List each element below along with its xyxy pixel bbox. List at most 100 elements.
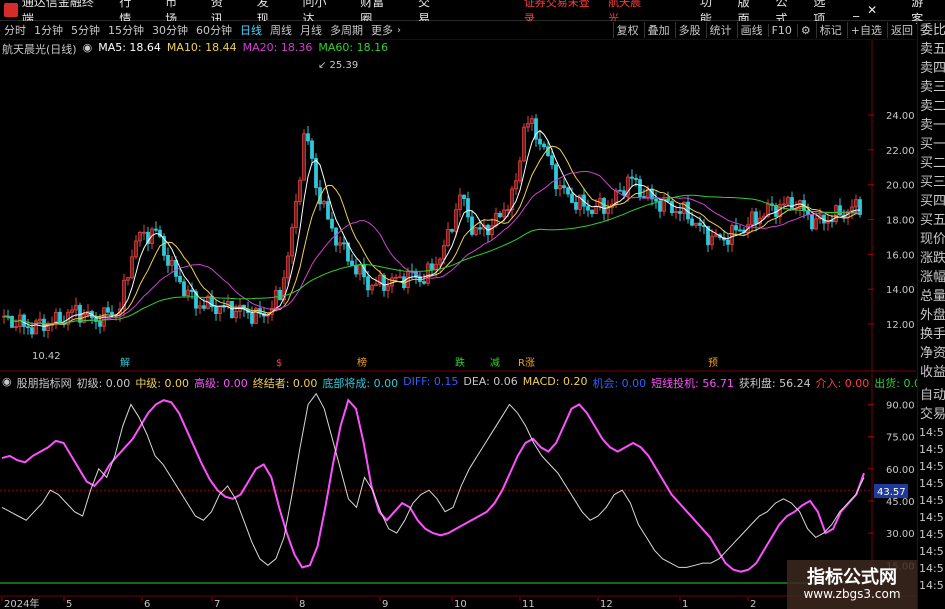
side-time-3: 14:5	[919, 477, 944, 490]
side-label-18[interactable]: 收益	[918, 363, 945, 382]
event-tag[interactable]: 预	[708, 357, 718, 369]
chevron-right-icon[interactable]: ›	[397, 25, 401, 36]
event-tag[interactable]: 榜	[357, 356, 367, 369]
date-tick-label: 9	[382, 599, 388, 609]
candle-body	[98, 321, 102, 327]
tool-mark[interactable]: 标记	[815, 22, 845, 38]
tool-multi-stock[interactable]: 多股	[674, 22, 704, 38]
close-icon[interactable]: ✕	[867, 3, 877, 17]
side-label-15[interactable]: 外盘	[918, 306, 945, 325]
period-30min[interactable]: 30分钟	[148, 22, 192, 38]
candle-body	[566, 187, 570, 195]
side-label-0[interactable]: 委比	[918, 21, 945, 40]
period-monthly[interactable]: 月线	[296, 22, 326, 38]
side-label-16[interactable]: 换手	[918, 325, 945, 344]
tool-stats[interactable]: 统计	[705, 22, 735, 38]
tool-f10[interactable]: F10	[767, 23, 795, 37]
side-label-3[interactable]: 卖三	[918, 78, 945, 97]
side-label-12[interactable]: 涨跌	[918, 249, 945, 268]
watermark-url: www.zbgs3.com	[803, 587, 901, 601]
event-tag[interactable]: 跌	[455, 356, 465, 369]
event-tag[interactable]: 减	[490, 357, 500, 369]
side-trade-1[interactable]: 交易	[918, 405, 945, 424]
side-time-2: 14:5	[919, 460, 944, 473]
chart-title: 航天晨光(日线)	[2, 43, 77, 56]
tool-adjust[interactable]: 复权	[612, 22, 642, 38]
candle-body	[462, 194, 466, 199]
side-label-5[interactable]: 卖一	[918, 116, 945, 135]
ma-info-line: 航天晨光(日线) ◉ MA5: 18.64 MA10: 18.44 MA20: …	[2, 41, 388, 56]
candle-body	[466, 198, 470, 218]
candlestick-chart[interactable]: 24.00 22.00 20.00 18.00 16.00 14.00 12.00 解 $ 榜 跌…	[0, 40, 916, 372]
price-tick-label: 20.00	[886, 181, 915, 192]
settings-dot-icon[interactable]: ◉	[83, 41, 93, 55]
candle-body	[342, 242, 346, 245]
side-label-10[interactable]: 买五	[918, 211, 945, 230]
period-5min[interactable]: 5分钟	[67, 22, 104, 38]
candle-body	[738, 229, 742, 232]
candle-body	[214, 306, 218, 315]
side-label-6[interactable]: 买一	[918, 135, 945, 154]
side-trade-0[interactable]: 自动	[918, 386, 945, 405]
candle-body	[630, 176, 634, 179]
indicator-value-5: 底部将成: 0.00	[322, 377, 399, 390]
side-label-17[interactable]: 净资	[918, 344, 945, 363]
candle-body	[586, 205, 590, 211]
tool-overlay[interactable]: 叠加	[643, 22, 673, 38]
price-tick-label: 22.00	[886, 146, 915, 157]
side-label-8[interactable]: 买三	[918, 173, 945, 192]
candle-body	[554, 164, 558, 190]
side-label-1[interactable]: 卖五	[918, 40, 945, 59]
period-multi[interactable]: 多周期	[326, 22, 367, 38]
indicator-tick-label: 30.00	[886, 529, 915, 540]
tool-add-watch[interactable]: +自选	[846, 22, 885, 38]
price-tick-label: 12.00	[886, 320, 915, 331]
side-label-4[interactable]: 卖二	[918, 97, 945, 116]
period-60min[interactable]: 60分钟	[192, 22, 236, 38]
side-time-7: 14:5	[919, 545, 944, 558]
side-time-9: 14:5	[919, 579, 944, 592]
indicator-chart[interactable]: 90.0075.0060.0045.0030.0015.00 43.57	[0, 373, 916, 597]
indicator-tick-label: 75.00	[886, 433, 915, 444]
event-tag[interactable]: $	[276, 358, 282, 369]
high-price-label: ↙ 25.39	[318, 60, 358, 71]
candle-body	[726, 239, 730, 245]
side-label-9[interactable]: 买四	[918, 192, 945, 211]
date-tick-label: 1	[682, 599, 688, 609]
event-tag[interactable]: R涨	[518, 357, 535, 369]
side-time-8: 14:5	[919, 562, 944, 575]
date-tick-label: 6	[144, 599, 150, 609]
side-label-13[interactable]: 涨幅	[918, 268, 945, 287]
side-label-11[interactable]: 现价	[918, 230, 945, 249]
candle-body	[638, 179, 642, 197]
candle-body	[166, 254, 170, 266]
side-label-7[interactable]: 买二	[918, 154, 945, 173]
candle-body	[154, 228, 158, 231]
period-weekly[interactable]: 周线	[266, 22, 296, 38]
period-more[interactable]: 更多	[367, 22, 397, 38]
minimize-icon[interactable]: _	[853, 3, 859, 17]
candle-body	[10, 315, 14, 328]
indicator-info-line: ◉ 股朋指标网 初级: 0.00 中级: 0.00 高级: 0.00 终结者: 0.00 底…	[2, 375, 928, 390]
candle-body	[174, 259, 178, 277]
indicator-value-9: 机会: 0.00	[592, 377, 647, 390]
candle-body	[110, 311, 114, 316]
period-15min[interactable]: 15分钟	[104, 22, 148, 38]
period-daily[interactable]: 日线	[236, 22, 266, 38]
tool-back[interactable]: 返回	[887, 22, 916, 38]
candle-body	[570, 193, 574, 203]
period-1min[interactable]: 1分钟	[30, 22, 67, 38]
side-label-2[interactable]: 卖四	[918, 59, 945, 78]
period-tick[interactable]: 分时	[0, 22, 30, 38]
candle-body	[574, 202, 578, 210]
tool-draw[interactable]: 画线	[736, 22, 766, 38]
indicator-value-12: 介入: 0.00	[815, 377, 870, 390]
profit-line	[1, 392, 865, 568]
candle-body	[654, 198, 658, 202]
gear-icon[interactable]: ⚙	[796, 23, 814, 37]
side-label-14[interactable]: 总量	[918, 287, 945, 306]
indicator-settings-icon[interactable]: ◉	[2, 375, 12, 389]
watermark-title: 指标公式网	[807, 567, 897, 588]
event-tag[interactable]: 解	[120, 356, 130, 369]
candle-body	[202, 305, 206, 309]
